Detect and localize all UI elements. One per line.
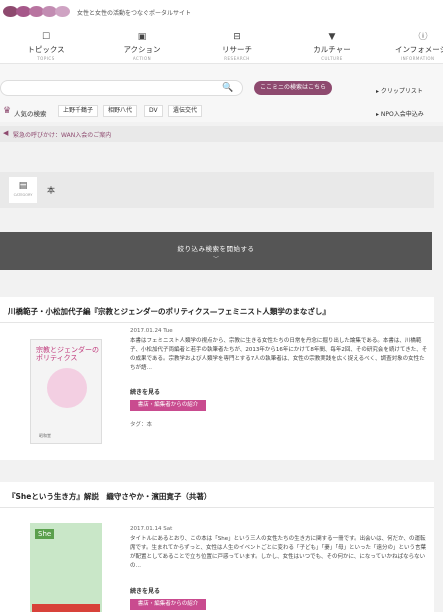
megaphone-icon: ◀ [3,129,9,137]
article-date: 2017.01.14 Sat [130,526,173,532]
book-cover-title: 宗教とジェンダーの ポリティクス [36,346,99,362]
nav-label: リサーチ [222,45,252,54]
bookmark-icon: ▼ [328,32,336,42]
npo-entry-link[interactable]: ▸ NPO入会申込み [376,109,424,118]
nav-sublabel: RESEARCH [224,56,250,61]
nav-item-research[interactable]: ⊟ リサーチ RESEARCH [197,32,277,61]
divider [0,507,434,508]
keyword-tag[interactable]: DV [144,105,163,117]
nav-sublabel: INFORMATION [401,56,435,61]
notice-text: 緊急の呼びかけ：WAN入会のご案内 [13,132,112,139]
nav-item-culture[interactable]: ▼ カルチャー CULTURE [292,32,372,61]
keyword-tag[interactable]: 上野千鶴子 [58,105,99,117]
divider [0,322,434,323]
popular-search-label: 人気の検索 [14,110,47,118]
category-icon-label: CATEGORY [13,193,33,197]
book-cover-image[interactable]: 宗教とジェンダーの ポリティクス 昭和堂 [30,339,102,444]
article-card: 『Sheという生き方』解説 織守さやか・濱田寛子（共著） She 2017.01… [0,482,434,612]
nav-item-information[interactable]: ⓘ インフォメーシ INFORMATION [383,32,443,61]
filter-search-button[interactable]: 絞り込み検索を開始する ﹀ [0,232,432,270]
search-help-button[interactable]: ここミニの検索はこちら [254,81,332,95]
article-tags[interactable]: タグ：本 [130,420,152,428]
article-title[interactable]: 『Sheという生き方』解説 織守さやか・濱田寛子（共著） [8,491,211,502]
notice-bar[interactable]: ◀ 緊急の呼びかけ：WAN入会のご案内 [0,126,443,142]
lock-icon: ▣ [137,32,147,42]
book-cover-image[interactable]: She [30,523,102,612]
book-cover-band [32,604,100,612]
article-card: 川橋範子・小松加代子編『宗教とジェンダーのポリティクス—フェミニスト人類学のまな… [0,297,434,460]
category-badge[interactable]: 書店・編集者からの紹介 [130,400,206,411]
site-tagline: 女性と女性の活動をつなぐポータルサイト [77,10,192,17]
keyword-tag[interactable]: 遺伝交代 [168,105,203,117]
info-icon: ⓘ [418,32,428,42]
speech-bubble-icon: ☐ [41,32,51,42]
chevron-down-icon: ﹀ [212,256,219,263]
search-icon[interactable]: 🔍 [222,82,234,94]
category-header: ▤ CATEGORY 本 [0,172,434,208]
article-excerpt: タイトルにあるとおり、この本は「She」という三人の女性たちの生き方に関する一冊… [130,536,426,569]
clip-list-link[interactable]: ▸ クリップリスト [376,86,423,95]
search-area: 🔍 ここミニの検索はこちら ▸ クリップリスト ▸ NPO入会申込み ♛ 人気の… [0,64,443,122]
site-logo[interactable] [3,6,70,17]
nav-label: インフォメーシ [395,45,443,54]
book-cover-publisher: 昭和堂 [39,433,51,438]
crown-icon: ♛ [3,106,12,116]
nav-item-topics[interactable]: ☐ トピックス TOPICS [6,32,86,61]
nav-item-action[interactable]: ▣ アクション ACTION [102,32,182,61]
book-icon: ▤ [18,181,28,191]
main-nav: ☐ トピックス TOPICS ▣ アクション ACTION ⊟ リサーチ RES… [0,24,443,64]
search-input[interactable] [0,80,243,96]
nav-label: トピックス [27,45,65,54]
site-header: 女性と女性の活動をつなぐポータルサイト [0,0,443,24]
article-excerpt: 本書はフェミニスト人類学の視点から、宗教に生きる女性たちの日常を丹念に掘り出した… [130,338,428,371]
logo-dot [55,6,70,17]
keyword-tag[interactable]: 相野八代 [103,105,138,117]
nav-label: アクション [123,45,161,54]
nav-sublabel: TOPICS [37,56,55,61]
nav-label: カルチャー [313,45,351,54]
category-title: 本 [47,186,55,195]
read-more-link[interactable]: 続きを見る [130,586,160,595]
book-icon: ⊟ [233,32,241,42]
book-cover-graphic [47,368,87,408]
book-cover-title: She [35,529,55,539]
nav-sublabel: ACTION [132,56,152,61]
article-date: 2017.01.24 Tue [130,328,173,334]
category-badge[interactable]: 書店・編集者からの紹介 [130,599,206,610]
nav-sublabel: CULTURE [321,56,343,61]
read-more-link[interactable]: 続きを見る [130,387,160,396]
filter-search-label: 絞り込み検索を開始する [177,245,255,253]
category-icon-box: ▤ CATEGORY [9,177,37,203]
article-title[interactable]: 川橋範子・小松加代子編『宗教とジェンダーのポリティクス—フェミニスト人類学のまな… [8,306,330,317]
